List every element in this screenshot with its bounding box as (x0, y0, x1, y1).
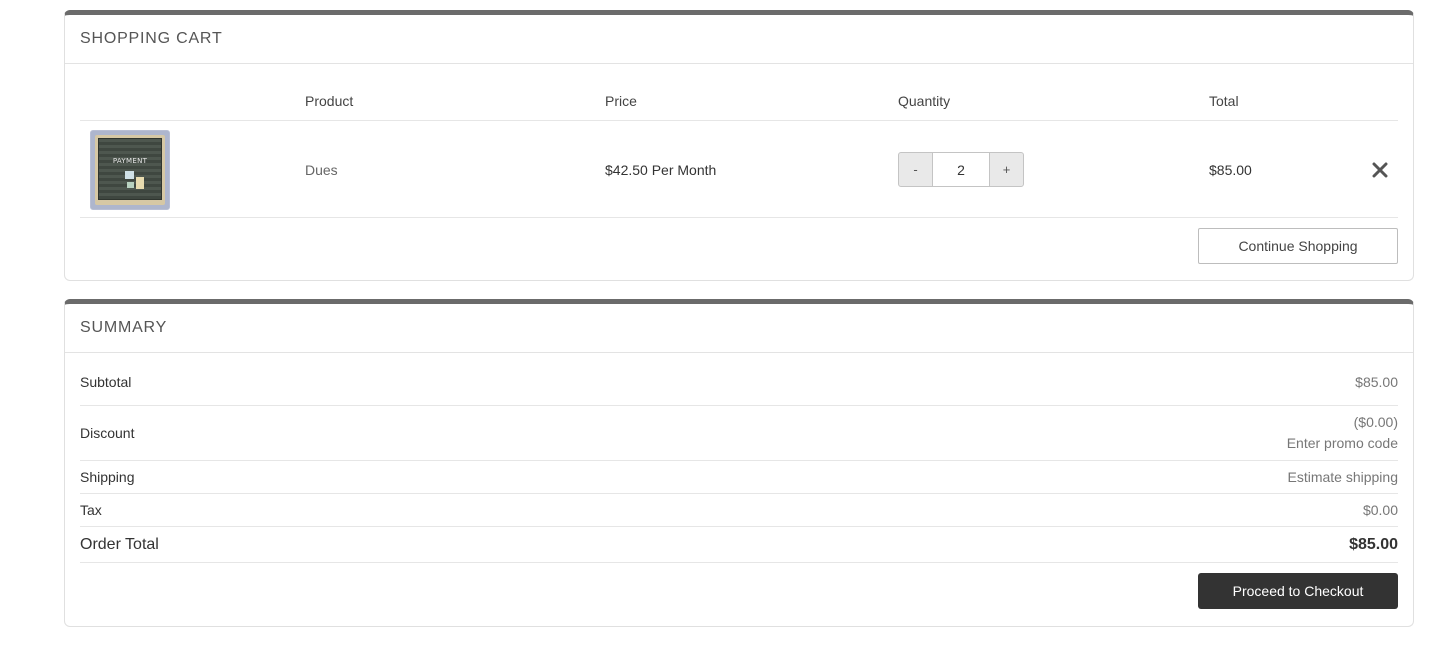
summary-panel: SUMMARY Subtotal $85.00 Discount ($0.00)… (64, 299, 1414, 627)
subtotal-row: Subtotal $85.00 (80, 358, 1398, 406)
summary-title: SUMMARY (65, 304, 1413, 353)
decrement-button[interactable]: - (898, 152, 933, 187)
product-name: Dues (305, 161, 338, 178)
column-total: Total (1209, 93, 1239, 109)
column-quantity: Quantity (898, 93, 951, 109)
discount-value: ($0.00) (1353, 414, 1398, 430)
order-total-label: Order Total (80, 535, 159, 553)
promo-code-link[interactable]: Enter promo code (1287, 433, 1398, 454)
product-thumbnail-cell: PAYMENT (90, 121, 170, 218)
increment-button[interactable]: + (989, 152, 1024, 187)
quantity-input[interactable] (933, 152, 989, 187)
proceed-to-checkout-button[interactable]: Proceed to Checkout (1198, 573, 1398, 609)
tax-value: $0.00 (1362, 502, 1398, 518)
continue-shopping-button[interactable]: Continue Shopping (1198, 228, 1398, 264)
quantity-stepper: - + (898, 152, 1024, 187)
shipping-row: Shipping Estimate shipping (80, 461, 1398, 494)
cart-table-header: Product Price Quantity Total (80, 69, 1398, 121)
estimate-shipping-link[interactable]: Estimate shipping (1287, 469, 1398, 485)
subtotal-value: $85.00 (1355, 373, 1398, 390)
line-total: $85.00 (1209, 161, 1252, 178)
product-image[interactable]: PAYMENT (90, 129, 170, 210)
shopping-cart-panel: SHOPPING CART Product Price Quantity Tot… (64, 10, 1414, 281)
cart-title: SHOPPING CART (65, 15, 1413, 64)
cart-table: Product Price Quantity Total PAYMENT Due… (80, 69, 1398, 218)
quantity-cell: - + (898, 121, 1024, 218)
shipping-label: Shipping (80, 469, 135, 485)
column-price: Price (605, 93, 637, 109)
discount-value-group: ($0.00) Enter promo code (1287, 412, 1398, 454)
tax-label: Tax (80, 502, 102, 518)
close-icon[interactable] (1372, 162, 1388, 178)
remove-item-button[interactable] (1372, 121, 1388, 218)
discount-label: Discount (80, 425, 135, 441)
cart-item-row: PAYMENT Dues $42.50 Per Month - + (80, 121, 1398, 218)
discount-row: Discount ($0.00) Enter promo code (80, 406, 1398, 461)
column-product: Product (305, 93, 354, 109)
subtotal-label: Subtotal (80, 373, 132, 390)
tax-row: Tax $0.00 (80, 494, 1398, 527)
order-total-row: Order Total $85.00 (80, 527, 1398, 563)
summary-list: Subtotal $85.00 Discount ($0.00) Enter p… (80, 358, 1398, 563)
product-image-label: PAYMENT (112, 156, 148, 165)
product-price: $42.50 Per Month (605, 161, 717, 178)
order-total-value: $85.00 (1349, 535, 1398, 553)
